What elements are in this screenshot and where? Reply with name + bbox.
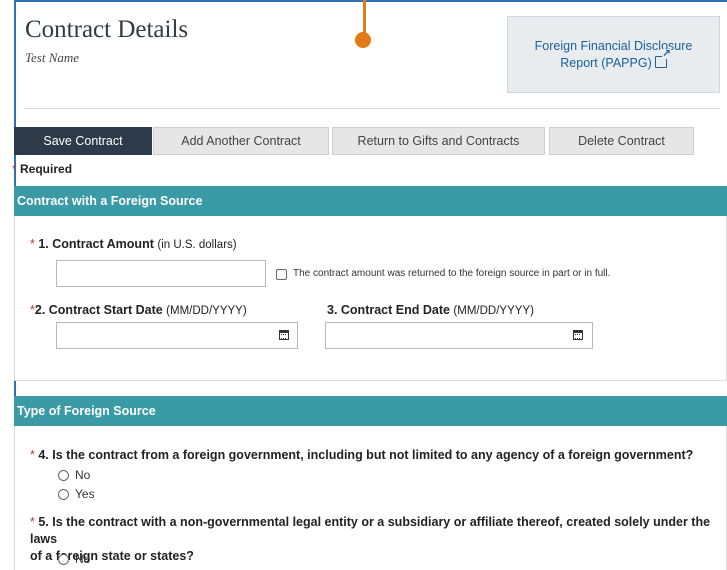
external-link-icon: [654, 48, 671, 68]
radio-button[interactable]: [58, 488, 69, 500]
question-4: * 4. Is the contract from a foreign gove…: [30, 448, 694, 462]
q4-option-no[interactable]: No: [58, 468, 90, 482]
add-another-contract-button[interactable]: Add Another Contract: [153, 127, 329, 155]
radio-button[interactable]: [58, 553, 69, 565]
header-divider: [25, 108, 720, 109]
contract-amount-label: * 1. Contract Amount (in U.S. dollars): [30, 237, 237, 251]
radio-button[interactable]: [58, 469, 69, 481]
page-title: Contract Details: [25, 16, 189, 43]
section-contract-foreign-source-header: Contract with a Foreign Source: [14, 186, 727, 216]
report-link-text: Foreign Financial Disclosure Report (PAP…: [516, 38, 711, 72]
section-type-foreign-source-header: Type of Foreign Source: [14, 396, 727, 426]
annotation-pointer-dot: [355, 32, 371, 48]
delete-contract-button[interactable]: Delete Contract: [549, 127, 694, 155]
calendar-icon[interactable]: [279, 330, 289, 340]
save-contract-button[interactable]: Save Contract: [14, 127, 152, 155]
question-5: * 5. Is the contract with a non-governme…: [30, 515, 711, 563]
page-subtitle: Test Name: [25, 50, 80, 65]
q4-option-yes[interactable]: Yes: [58, 487, 95, 501]
returned-amount-checkbox[interactable]: [276, 269, 287, 280]
required-note: * Required: [12, 162, 73, 176]
frame-top-line: [14, 0, 727, 2]
return-to-gifts-button[interactable]: Return to Gifts and Contracts: [332, 127, 545, 155]
returned-amount-label: The contract amount was returned to the …: [293, 268, 611, 279]
contract-start-date-input[interactable]: [56, 322, 298, 349]
contract-start-date-label: *2. Contract Start Date (MM/DD/YYYY): [30, 303, 247, 317]
foreign-financial-disclosure-report-link[interactable]: Foreign Financial Disclosure Report (PAP…: [507, 16, 720, 93]
calendar-icon[interactable]: [573, 330, 583, 340]
q5-option-no[interactable]: No: [58, 552, 90, 566]
contract-amount-input[interactable]: [56, 260, 266, 287]
contract-end-date-input[interactable]: [325, 322, 593, 349]
contract-end-date-label: 3. Contract End Date (MM/DD/YYYY): [327, 303, 534, 317]
